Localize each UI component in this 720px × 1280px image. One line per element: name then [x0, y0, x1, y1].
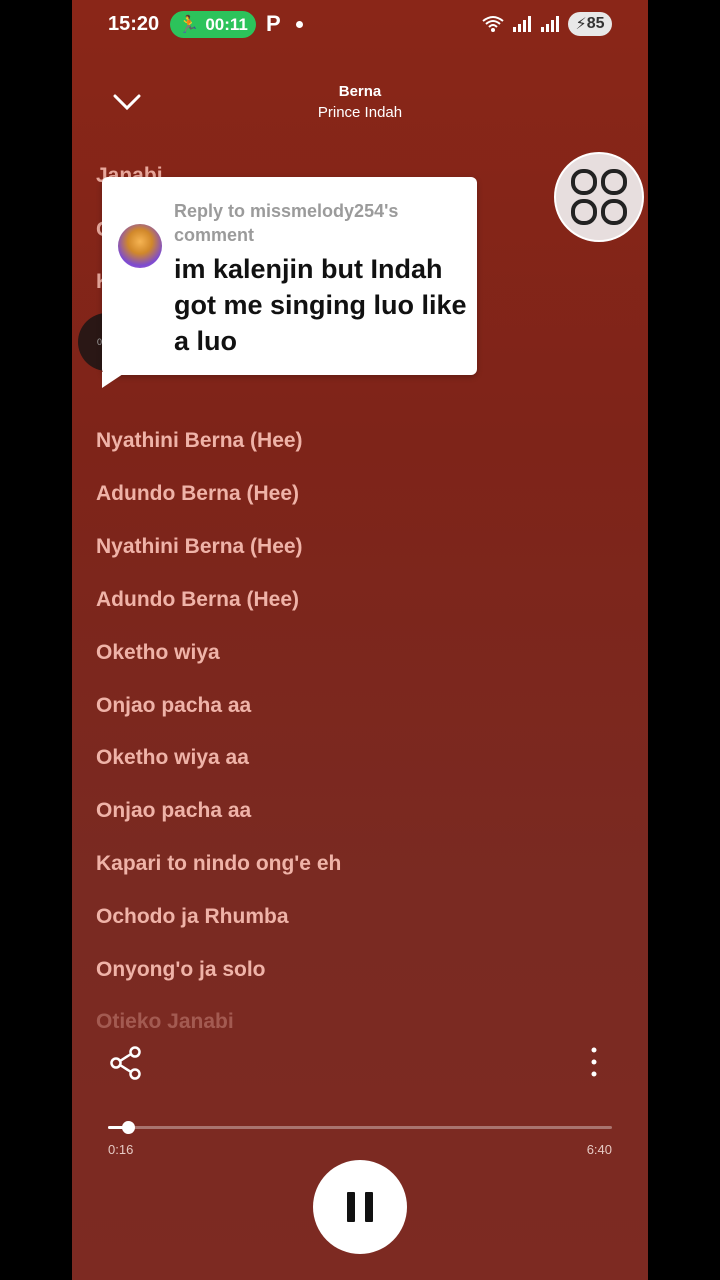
- signal-icon: [513, 16, 531, 32]
- battery-indicator: ⚡ 85: [568, 12, 612, 36]
- battery-level: 85: [586, 15, 605, 32]
- status-time: 15:20: [108, 13, 160, 35]
- status-indicators: ⚡ 85: [482, 12, 612, 36]
- lyric-line: Kapari to nindo ong'e eh: [96, 852, 342, 875]
- notification-dot-icon: [296, 21, 303, 28]
- pause-icon: [347, 1192, 355, 1222]
- total-time: 6:40: [586, 1142, 612, 1157]
- running-person-icon: 🏃: [178, 14, 200, 34]
- commenter-avatar: [118, 224, 162, 268]
- p-app-icon: P: [266, 11, 281, 36]
- charging-bolt-icon: ⚡: [575, 16, 587, 33]
- progress-knob[interactable]: [122, 1121, 136, 1134]
- call-timer-pill[interactable]: 🏃 00:11: [170, 11, 256, 38]
- lyric-line: Oketho wiya aa: [96, 746, 249, 769]
- app-grid-button[interactable]: [554, 152, 644, 242]
- lyric-line: Adundo Berna (Hee): [96, 482, 300, 505]
- progress-bar[interactable]: [108, 1121, 612, 1134]
- signal-2-icon: [541, 16, 559, 32]
- song-title: Berna: [338, 83, 382, 100]
- comment-text: im kalenjin but Indah got me singing luo…: [174, 254, 467, 356]
- lyric-line: Nyathini Berna (Hee): [96, 535, 303, 558]
- now-playing-screen: 15:20 🏃 00:11 P ⚡ 85 Berna Prince Indah …: [72, 0, 648, 1280]
- grid-icon: [571, 169, 627, 225]
- wifi-icon: [482, 16, 504, 32]
- comment-bubble-tail: [102, 372, 126, 388]
- lyric-line: Oketho wiya: [96, 641, 220, 664]
- reply-comment-bubble: Reply to missmelody254's comment im kale…: [102, 177, 477, 375]
- elapsed-time: 0:16: [108, 1142, 134, 1157]
- status-bar: 15:20 🏃 00:11 P ⚡ 85: [72, 0, 648, 50]
- share-icon[interactable]: [108, 1045, 144, 1081]
- lyric-line: Ochodo ja Rhumba: [96, 905, 289, 928]
- pause-icon-bar: [365, 1192, 373, 1222]
- more-options-icon[interactable]: [584, 1045, 604, 1081]
- song-artist: Prince Indah: [317, 104, 403, 121]
- lyric-line: Onjao pacha aa: [96, 799, 252, 822]
- lyric-line: Nyathini Berna (Hee): [96, 429, 303, 452]
- lyric-line: Onyong'o ja solo: [96, 958, 266, 981]
- lyric-line: Onjao pacha aa: [96, 694, 252, 717]
- timer-text: 00:11: [205, 14, 248, 34]
- lyric-line: Otieko Janabi: [96, 1010, 234, 1028]
- reply-to-label: Reply to missmelody254's comment: [174, 201, 399, 245]
- lyric-line: Adundo Berna (Hee): [96, 588, 300, 611]
- pause-button[interactable]: [313, 1160, 407, 1254]
